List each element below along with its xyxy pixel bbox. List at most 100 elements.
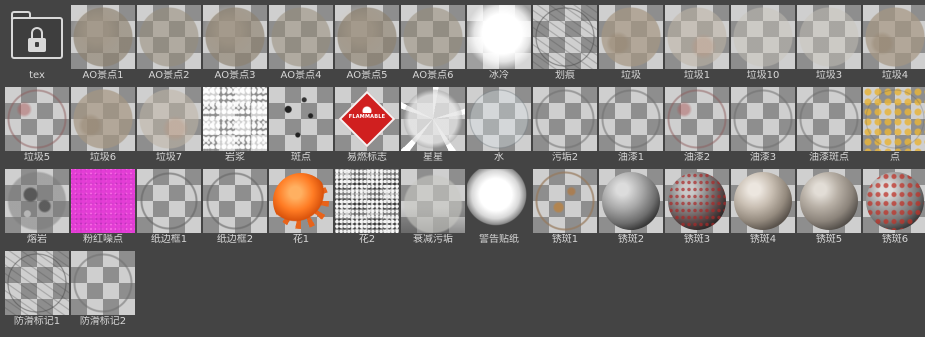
- asset-tile[interactable]: 冰冷: [466, 3, 532, 85]
- asset-label: AO景点5: [346, 70, 388, 81]
- asset-label: 油漆2: [683, 152, 711, 163]
- asset-label: 油漆1: [617, 152, 645, 163]
- asset-thumbnail[interactable]: [731, 169, 795, 233]
- asset-label: 锈斑2: [617, 234, 645, 245]
- asset-tile[interactable]: 衰减污垢: [400, 167, 466, 249]
- asset-tile[interactable]: 锈斑1: [532, 167, 598, 249]
- asset-thumbnail[interactable]: [863, 87, 925, 151]
- asset-thumbnail[interactable]: [5, 251, 69, 315]
- asset-thumbnail[interactable]: [665, 87, 729, 151]
- asset-thumbnail[interactable]: FLAMMABLE: [335, 87, 399, 151]
- asset-label: 锈斑3: [683, 234, 711, 245]
- asset-label: 纸边框1: [150, 234, 188, 245]
- asset-tile[interactable]: 星星: [400, 85, 466, 167]
- asset-tile[interactable]: 锈斑3: [664, 167, 730, 249]
- asset-label: 垃圾: [621, 70, 641, 81]
- asset-tile[interactable]: 锈斑2: [598, 167, 664, 249]
- asset-tile[interactable]: 防滑标记2: [70, 249, 136, 331]
- asset-tile[interactable]: 防滑标记1: [4, 249, 70, 331]
- asset-thumbnail[interactable]: [269, 5, 333, 69]
- asset-tile[interactable]: 油漆3: [730, 85, 796, 167]
- asset-thumbnail[interactable]: [71, 169, 135, 233]
- asset-thumbnail[interactable]: [5, 169, 69, 233]
- asset-tile[interactable]: 锈斑6: [862, 167, 925, 249]
- asset-tile[interactable]: 油漆2: [664, 85, 730, 167]
- asset-tile[interactable]: AO景点2: [136, 3, 202, 85]
- asset-label: 锈斑4: [749, 234, 777, 245]
- asset-thumbnail[interactable]: [599, 169, 663, 233]
- asset-tile[interactable]: 垃圾7: [136, 85, 202, 167]
- asset-tile[interactable]: 点: [862, 85, 925, 167]
- asset-tile[interactable]: 纸边框1: [136, 167, 202, 249]
- asset-tile[interactable]: 斑点: [268, 85, 334, 167]
- asset-tile[interactable]: 岩浆: [202, 85, 268, 167]
- asset-thumbnail[interactable]: [203, 169, 267, 233]
- asset-thumbnail[interactable]: [467, 169, 531, 233]
- asset-tile[interactable]: 纸边框2: [202, 167, 268, 249]
- asset-thumbnail[interactable]: [665, 5, 729, 69]
- asset-tile[interactable]: 垃圾5: [4, 85, 70, 167]
- asset-thumbnail[interactable]: [335, 5, 399, 69]
- asset-thumbnail[interactable]: [335, 169, 399, 233]
- asset-thumbnail[interactable]: [797, 5, 861, 69]
- asset-label: 熔岩: [27, 234, 47, 245]
- asset-thumbnail[interactable]: [599, 87, 663, 151]
- asset-label: 锈斑6: [881, 234, 909, 245]
- asset-label: 水: [494, 152, 504, 163]
- asset-label: 岩浆: [225, 152, 245, 163]
- asset-thumbnail[interactable]: [797, 169, 861, 233]
- asset-thumbnail[interactable]: [467, 5, 531, 69]
- asset-thumbnail[interactable]: [665, 169, 729, 233]
- asset-tile[interactable]: 垃圾1: [664, 3, 730, 85]
- asset-thumbnail[interactable]: [71, 5, 135, 69]
- asset-thumbnail[interactable]: [401, 5, 465, 69]
- asset-tile[interactable]: 花2: [334, 167, 400, 249]
- asset-thumbnail[interactable]: [731, 5, 795, 69]
- asset-thumbnail[interactable]: [467, 87, 531, 151]
- asset-tile[interactable]: 锈斑5: [796, 167, 862, 249]
- asset-thumbnail[interactable]: [533, 169, 597, 233]
- asset-thumbnail[interactable]: [731, 87, 795, 151]
- asset-thumbnail[interactable]: [599, 5, 663, 69]
- asset-tile[interactable]: 粉红噪点: [70, 167, 136, 249]
- asset-thumbnail[interactable]: [137, 169, 201, 233]
- asset-thumbnail[interactable]: [533, 87, 597, 151]
- asset-tile[interactable]: AO景点4: [268, 3, 334, 85]
- asset-thumbnail[interactable]: [203, 5, 267, 69]
- asset-thumbnail[interactable]: [401, 169, 465, 233]
- asset-thumbnail[interactable]: [269, 169, 333, 233]
- asset-tile[interactable]: 熔岩: [4, 167, 70, 249]
- asset-thumbnail[interactable]: [5, 87, 69, 151]
- asset-tile[interactable]: 划痕: [532, 3, 598, 85]
- asset-tile[interactable]: AO景点6: [400, 3, 466, 85]
- asset-thumbnail[interactable]: [137, 5, 201, 69]
- asset-tile[interactable]: 垃圾: [598, 3, 664, 85]
- asset-tile[interactable]: AO景点3: [202, 3, 268, 85]
- asset-tile[interactable]: 垃圾10: [730, 3, 796, 85]
- asset-tile[interactable]: 污垢2: [532, 85, 598, 167]
- asset-tile[interactable]: 油漆斑点: [796, 85, 862, 167]
- asset-tile[interactable]: 垃圾3: [796, 3, 862, 85]
- asset-tile[interactable]: AO景点1: [70, 3, 136, 85]
- asset-tile[interactable]: AO景点5: [334, 3, 400, 85]
- asset-thumbnail[interactable]: [71, 87, 135, 151]
- asset-thumbnail[interactable]: [863, 169, 925, 233]
- asset-thumbnail[interactable]: [863, 5, 925, 69]
- asset-thumbnail[interactable]: [533, 5, 597, 69]
- asset-tile[interactable]: 花1: [268, 167, 334, 249]
- folder-lock-icon[interactable]: [5, 5, 69, 69]
- asset-tile[interactable]: FLAMMABLE 易燃标志: [334, 85, 400, 167]
- asset-tile[interactable]: 垃圾6: [70, 85, 136, 167]
- asset-tile[interactable]: 警告贴纸: [466, 167, 532, 249]
- asset-tile[interactable]: tex: [4, 3, 70, 85]
- asset-thumbnail[interactable]: [137, 87, 201, 151]
- asset-thumbnail[interactable]: [203, 87, 267, 151]
- asset-thumbnail[interactable]: [71, 251, 135, 315]
- asset-thumbnail[interactable]: [401, 87, 465, 151]
- asset-tile[interactable]: 垃圾4: [862, 3, 925, 85]
- asset-thumbnail[interactable]: [797, 87, 861, 151]
- asset-tile[interactable]: 油漆1: [598, 85, 664, 167]
- asset-thumbnail[interactable]: [269, 87, 333, 151]
- asset-tile[interactable]: 锈斑4: [730, 167, 796, 249]
- asset-tile[interactable]: 水: [466, 85, 532, 167]
